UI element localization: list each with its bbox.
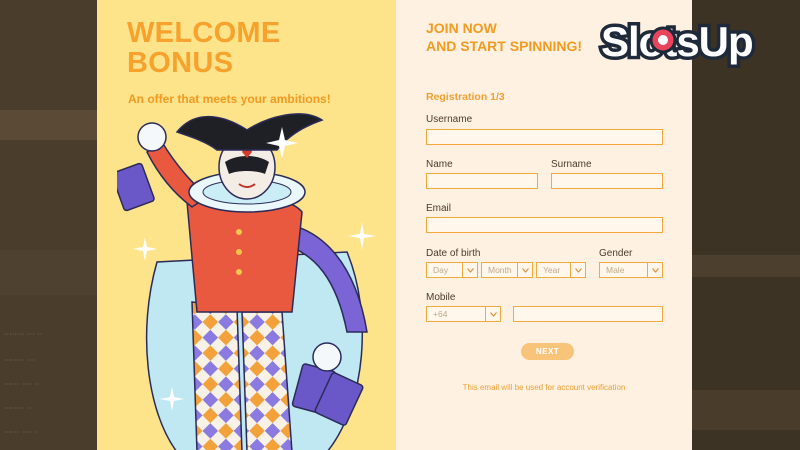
gender-select-value: Male [606,265,625,275]
background-band [692,390,800,430]
next-button[interactable]: NEXT [521,343,574,360]
day-select[interactable]: Day [426,262,478,278]
day-select-value: Day [433,265,449,275]
chevron-down-icon [570,263,585,277]
chevron-down-icon [485,307,500,321]
chevron-down-icon [647,263,662,277]
name-input[interactable] [426,173,538,189]
promo-title-line: WELCOME [127,17,281,49]
background-text: ········ ··· [4,356,35,365]
month-select-value: Month [488,265,512,275]
form-title-line: JOIN NOW [426,20,497,36]
chevron-down-icon [462,263,477,277]
year-select-value: Year [543,265,561,275]
year-select[interactable]: Year [536,262,586,278]
form-title-line: AND START SPINNING! [426,38,583,54]
background-text: ········ ··· ·· [4,330,43,339]
gender-label: Gender [599,248,633,259]
username-input[interactable] [426,129,663,145]
surname-input[interactable] [551,173,663,189]
logo-text: SlotsUp [601,18,753,65]
background-text: ······ ···· · [4,428,38,437]
jester-illustration [117,113,376,450]
username-label: Username [426,114,473,125]
promo-subtitle: An offer that meets your ambitions! [128,92,331,106]
form-title: JOIN NOW AND START SPINNING! [426,19,582,55]
name-label: Name [426,159,453,170]
dob-label: Date of birth [426,248,481,259]
phone-code-select[interactable]: +64 [426,306,501,322]
background-text: ······ ···· ·· [4,380,40,389]
month-select[interactable]: Month [481,262,533,278]
background-band [0,250,97,295]
email-input[interactable] [426,217,663,233]
mobile-label: Mobile [426,292,456,303]
promo-title: WELCOME BONUS [127,18,281,78]
phone-code-value: +64 [433,309,448,319]
gender-select[interactable]: Male [599,262,663,278]
promo-panel: WELCOME BONUS An offer that meets your a… [97,0,396,450]
phone-number-input[interactable] [513,306,663,322]
verification-note: This email will be used for account veri… [462,383,626,392]
background-text: ········ ·· [4,404,32,413]
registration-step: Registration 1/3 [426,91,505,103]
rocket-icon [649,26,677,54]
background-band [0,110,97,140]
background-band [692,255,800,277]
surname-label: Surname [551,159,592,170]
slotsup-logo: SlotsUp [598,15,758,69]
background-left-panel: ········ ··· ·· ········ ··· ······ ····… [0,0,97,450]
promo-title-line: BONUS [127,47,234,79]
email-label: Email [426,203,452,214]
chevron-down-icon [517,263,532,277]
